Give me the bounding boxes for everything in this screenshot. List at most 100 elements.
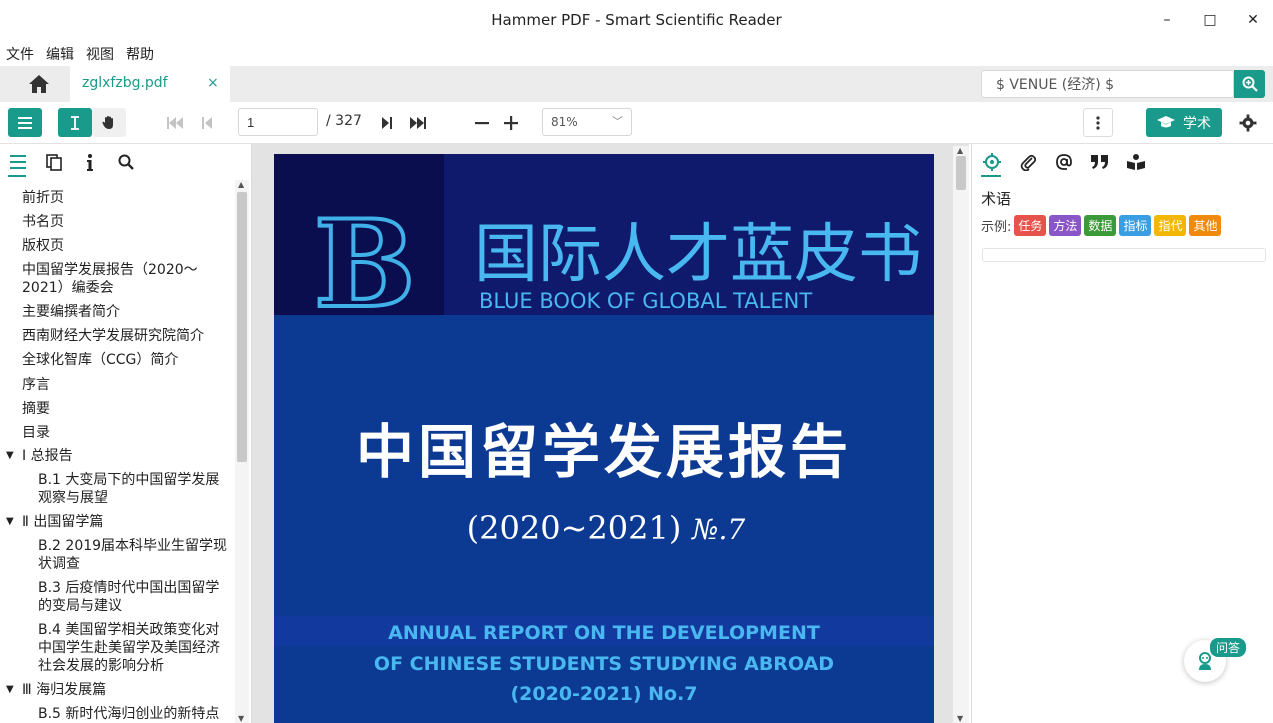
scroll-thumb[interactable]	[237, 192, 247, 462]
tag-method[interactable]: 方法	[1049, 215, 1082, 236]
menu-help[interactable]: 帮助	[126, 44, 154, 64]
outline-section[interactable]: Ⅱ 出国留学篇	[22, 513, 103, 531]
scroll-up-icon[interactable]: ▲	[238, 180, 244, 189]
caret-down-icon[interactable]: ▼	[6, 450, 14, 461]
tab-terms[interactable]	[981, 151, 1003, 173]
hand-tool-button[interactable]	[92, 108, 126, 137]
outline-item-cont[interactable]: 观察与展望	[38, 489, 108, 507]
home-icon	[29, 75, 49, 93]
pdf-viewer[interactable]: B 国际人才蓝皮书 BLUE BOOK OF GLOBAL TALENT 中国留…	[252, 144, 969, 723]
last-page-button[interactable]	[404, 108, 432, 137]
minimize-button[interactable]: –	[1155, 8, 1179, 32]
tab-mentions[interactable]	[1053, 151, 1075, 173]
tab-search[interactable]	[116, 151, 136, 173]
outline-item[interactable]: B.1 大变局下的中国留学发展	[38, 471, 219, 489]
report-en-line2: OF CHINESE STUDENTS STUDYING ABROAD	[374, 653, 834, 675]
tab-thumbnails[interactable]	[44, 151, 64, 173]
tab-attachments[interactable]	[1017, 151, 1039, 173]
outline-item-cont[interactable]: 2021）编委会	[22, 279, 114, 297]
prev-page-button[interactable]	[194, 108, 220, 137]
academic-button[interactable]: 学术	[1146, 108, 1222, 137]
maximize-button[interactable]: □	[1198, 8, 1222, 32]
scroll-down-icon[interactable]: ▼	[957, 714, 963, 723]
close-button[interactable]: ✕	[1241, 8, 1265, 32]
terms-list-box	[982, 248, 1266, 262]
scroll-thumb[interactable]	[956, 156, 966, 190]
tab-info[interactable]	[80, 151, 100, 173]
first-page-button[interactable]	[162, 108, 188, 137]
tab-label: zglxfzbg.pdf	[82, 75, 168, 91]
outline-item[interactable]: 前折页	[22, 189, 64, 207]
settings-button[interactable]	[1234, 108, 1262, 137]
tab-close-icon[interactable]: ×	[207, 75, 219, 91]
book-reader-icon	[1127, 154, 1145, 170]
outline-item-cont[interactable]: 中国学生赴美留学及美国经济	[38, 639, 220, 657]
outline-item[interactable]: B.3 后疫情时代中国出国留学	[38, 579, 219, 597]
outline-item[interactable]: B.5 新时代海归创业的新特点	[38, 705, 219, 723]
example-label: 示例:	[981, 220, 1012, 235]
tab-document[interactable]: zglxfzbg.pdf ×	[70, 66, 230, 102]
outline-item[interactable]: 序言	[22, 376, 50, 394]
at-sign-icon	[1056, 154, 1072, 170]
info-icon	[87, 153, 93, 171]
report-cn-title: 中国留学发展报告	[356, 418, 852, 486]
zoom-out-button[interactable]	[468, 108, 496, 137]
outline-section[interactable]: Ⅰ 总报告	[22, 447, 73, 465]
next-icon	[382, 116, 392, 129]
crosshair-icon	[983, 153, 1001, 171]
copy-icon	[46, 153, 62, 171]
title-bar: Hammer PDF - Smart Scientific Reader – □…	[0, 0, 1273, 40]
zoom-select[interactable]: 81% ﹀	[542, 108, 632, 136]
next-page-button[interactable]	[374, 108, 400, 137]
toggle-sidebar-button[interactable]	[8, 108, 42, 137]
outline-item[interactable]: 主要编撰者简介	[22, 303, 120, 321]
outline-item[interactable]: B.4 美国留学相关政策变化对	[38, 621, 219, 639]
more-vertical-icon	[1096, 115, 1100, 130]
tag-metric[interactable]: 指标	[1119, 215, 1152, 236]
tag-data[interactable]: 数据	[1084, 215, 1117, 236]
report-years: (2020~2021)	[467, 509, 682, 547]
scroll-up-icon[interactable]: ▲	[957, 146, 963, 155]
tab-quotes[interactable]	[1089, 151, 1111, 173]
tag-other[interactable]: 其他	[1189, 215, 1222, 236]
outline-item-cont[interactable]: 的变局与建议	[38, 597, 122, 615]
outline-item[interactable]: 摘要	[22, 400, 50, 418]
tab-outline[interactable]	[8, 151, 28, 173]
scroll-down-icon[interactable]: ▼	[238, 714, 244, 723]
minus-icon	[475, 121, 489, 124]
text-select-button[interactable]	[58, 108, 92, 137]
outline-item-cont[interactable]: 社会发展的影响分析	[38, 657, 164, 675]
outline-item[interactable]: 版权页	[22, 237, 64, 255]
page-number-input[interactable]	[238, 108, 318, 136]
tab-bar: zglxfzbg.pdf ×	[0, 66, 1273, 102]
prev-icon	[202, 116, 212, 129]
viewer-scrollbar[interactable]: ▲ ▼	[953, 146, 969, 723]
outline-item[interactable]: 书名页	[22, 213, 64, 231]
caret-down-icon[interactable]: ▼	[6, 684, 14, 695]
home-button[interactable]	[8, 66, 70, 102]
outline-item-cont[interactable]: 状调查	[38, 555, 80, 573]
outline-item[interactable]: 西南财经大学发展研究院简介	[22, 327, 204, 345]
menu-view[interactable]: 视图	[86, 44, 114, 64]
menu-bar: 文件 编辑 视图 帮助	[0, 40, 1273, 66]
caret-down-icon[interactable]: ▼	[6, 516, 14, 527]
sidebar-scrollbar[interactable]: ▲ ▼	[235, 180, 249, 723]
outline-item[interactable]: 中国留学发展报告（2020～	[22, 261, 198, 279]
more-options-button[interactable]	[1083, 108, 1113, 137]
tag-reference[interactable]: 指代	[1154, 215, 1187, 236]
outline-section[interactable]: Ⅲ 海归发展篇	[22, 681, 106, 699]
outline-item[interactable]: B.2 2019届本科毕业生留学现	[38, 537, 227, 555]
outline-item[interactable]: 目录	[22, 424, 50, 442]
qa-badge[interactable]: 问答	[1210, 638, 1247, 657]
outline-item[interactable]: 全球化智库（CCG）简介	[22, 351, 178, 369]
zoom-in-button[interactable]	[497, 108, 525, 137]
menu-edit[interactable]: 编辑	[46, 44, 74, 64]
panel-title: 术语	[981, 190, 1012, 208]
tag-task[interactable]: 任务	[1014, 215, 1047, 236]
search-input[interactable]	[981, 70, 1234, 98]
active-tab-indicator	[981, 175, 1001, 177]
tab-reader[interactable]	[1125, 151, 1147, 173]
menu-file[interactable]: 文件	[6, 44, 34, 64]
sidebar-tabs	[0, 144, 252, 178]
search-button[interactable]	[1234, 70, 1265, 98]
